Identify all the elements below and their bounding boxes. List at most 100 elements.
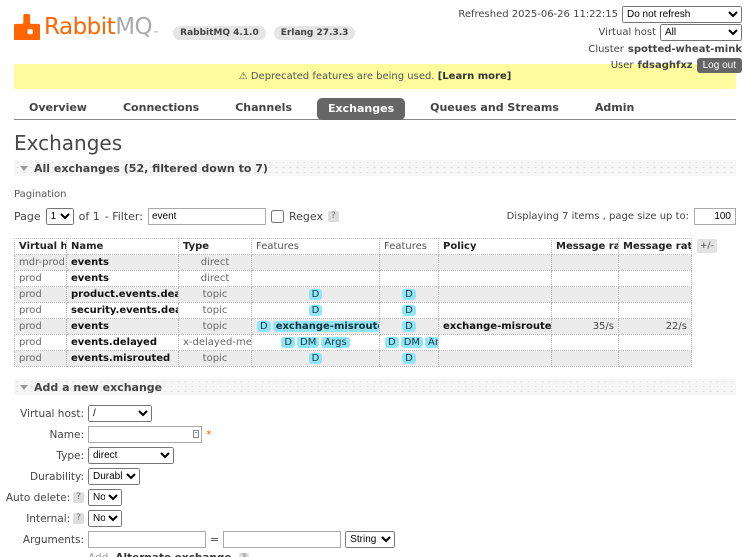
table-row[interactable]: prodeventstopicDexchange-misrouted-polic… xyxy=(15,319,692,335)
cell-rate-in xyxy=(552,287,619,303)
column-header-virtual-host[interactable]: Virtual host xyxy=(15,239,67,255)
column-header-features: Features xyxy=(252,239,380,255)
page-size-input[interactable] xyxy=(694,208,736,225)
form-vhost-select[interactable]: / xyxy=(88,405,152,422)
table-row[interactable]: prodevents.delayedx-delayed-messageDDMAr… xyxy=(15,335,692,351)
tab-connections[interactable]: Connections xyxy=(112,97,210,119)
page-select[interactable]: 1 xyxy=(46,208,74,225)
cell-rate-in xyxy=(552,335,619,351)
feature-badge: Args xyxy=(425,337,438,348)
cell-vhost: prod xyxy=(15,271,67,287)
table-row[interactable]: prodeventsdirect xyxy=(15,271,692,287)
exchange-type-select[interactable]: direct xyxy=(88,447,174,464)
cell-policy xyxy=(439,287,552,303)
column-chooser-button[interactable]: +/- xyxy=(697,239,717,253)
section-add-exchange[interactable]: Add a new exchange xyxy=(14,379,736,395)
regex-help-icon[interactable]: ? xyxy=(328,211,339,222)
cell-rate-in xyxy=(552,351,619,367)
vhost-select[interactable]: All xyxy=(660,24,742,41)
argument-type-select[interactable]: String xyxy=(345,531,395,548)
tab-exchanges[interactable]: Exchanges xyxy=(317,98,405,120)
page-label: Page xyxy=(14,210,41,223)
feature-badge: DM xyxy=(401,337,423,348)
exchange-name-link[interactable]: events xyxy=(67,271,179,287)
alternate-help-icon[interactable]: ? xyxy=(239,553,250,557)
banner-text: Deprecated features are being used. xyxy=(251,71,435,82)
filter-input[interactable] xyxy=(148,208,266,225)
column-header-type[interactable]: Type xyxy=(179,239,252,255)
tab-overview[interactable]: Overview xyxy=(18,97,98,119)
add-exchange-form: Virtual host: / Name: * Type: direct Dur… xyxy=(14,405,736,557)
exchange-name-link[interactable]: events.misrouted xyxy=(67,351,179,367)
cell-vhost: prod xyxy=(15,335,67,351)
feature-badge: D xyxy=(257,321,271,332)
cell-features: D xyxy=(252,303,380,319)
cell-type: direct xyxy=(179,255,252,271)
cluster-name: spotted-wheat-mink xyxy=(628,42,742,57)
form-autodelete-label: Auto delete: xyxy=(6,492,70,504)
exchange-name-link[interactable]: security.events.dead-letter xyxy=(67,303,179,319)
cell-vhost: prod xyxy=(15,351,67,367)
durability-select[interactable]: Durable xyxy=(88,468,140,485)
pagination-label: Pagination xyxy=(14,189,736,200)
tab-queues-and-streams[interactable]: Queues and Streams xyxy=(419,97,570,119)
column-header-name[interactable]: Name xyxy=(67,239,179,255)
cluster-label: Cluster xyxy=(588,42,624,57)
tab-admin[interactable]: Admin xyxy=(584,97,645,119)
feature-badge: D xyxy=(402,305,416,316)
exchange-name-link[interactable]: events.delayed xyxy=(67,335,179,351)
table-row[interactable]: mdr-prodeventsdirect xyxy=(15,255,692,271)
table-row[interactable]: prodsecurity.events.dead-lettertopicDD xyxy=(15,303,692,319)
cell-rate-out xyxy=(619,351,692,367)
table-body: mdr-prodeventsdirectprodeventsdirectprod… xyxy=(15,255,692,367)
rabbitmq-logo[interactable]: RabbitMQ™ xyxy=(14,14,159,40)
cell-features: D xyxy=(380,319,439,335)
displaying-label: Displaying 7 items , page size up to: xyxy=(507,211,689,222)
feature-badge: D xyxy=(402,353,416,364)
cell-policy xyxy=(439,351,552,367)
exchange-name-link[interactable]: product.events.dead-letter xyxy=(67,287,179,303)
internal-help-icon[interactable]: ? xyxy=(73,513,84,524)
feature-badge: D xyxy=(309,289,323,300)
page-title: Exchanges xyxy=(14,131,736,155)
paste-icon[interactable] xyxy=(193,430,199,438)
cell-features: D xyxy=(380,303,439,319)
cell-type: topic xyxy=(179,319,252,335)
cell-vhost: prod xyxy=(15,303,67,319)
cell-features: D xyxy=(380,287,439,303)
feature-badge: D xyxy=(309,305,323,316)
argument-key-input[interactable] xyxy=(88,531,206,548)
refresh-interval-select[interactable]: Do not refresh xyxy=(622,6,742,23)
cell-features: D xyxy=(252,287,380,303)
add-argument-link[interactable]: Add xyxy=(88,552,108,557)
column-header-policy[interactable]: Policy xyxy=(439,239,552,255)
exchange-name-link[interactable]: events xyxy=(67,319,179,335)
warning-icon: ⚠ xyxy=(239,71,248,82)
exchange-name-input[interactable] xyxy=(88,426,202,443)
column-header-message-rate-out[interactable]: Message rate out xyxy=(619,239,692,255)
tab-channels[interactable]: Channels xyxy=(224,97,303,119)
alternate-exchange-label[interactable]: Alternate exchange xyxy=(115,552,231,557)
form-type-label: Type: xyxy=(14,450,84,462)
internal-select[interactable]: No xyxy=(88,510,122,527)
form-name-label: Name: xyxy=(14,429,84,441)
exchange-name-link[interactable]: events xyxy=(67,255,179,271)
cell-vhost: prod xyxy=(15,319,67,335)
column-header-message-rate-in[interactable]: Message rate in xyxy=(552,239,619,255)
autodelete-help-icon[interactable]: ? xyxy=(73,492,84,503)
brand-mq: MQ xyxy=(115,14,152,40)
feature-badge: Args xyxy=(321,337,349,348)
section-all-exchanges[interactable]: All exchanges (52, filtered down to 7) xyxy=(14,160,736,176)
user-label: User xyxy=(611,58,634,73)
argument-value-input[interactable] xyxy=(223,531,341,548)
table-row[interactable]: prodevents.misroutedtopicDD xyxy=(15,351,692,367)
form-vhost-label: Virtual host: xyxy=(14,408,84,420)
refreshed-label: Refreshed 2025-06-26 11:22:15 xyxy=(458,7,618,22)
table-row[interactable]: prodproduct.events.dead-lettertopicDD xyxy=(15,287,692,303)
learn-more-link[interactable]: [Learn more] xyxy=(438,71,512,82)
cell-rate-out xyxy=(619,335,692,351)
equals-sign: = xyxy=(210,533,219,546)
logout-button[interactable]: Log out xyxy=(697,58,742,73)
regex-checkbox[interactable] xyxy=(271,210,284,223)
autodelete-select[interactable]: No xyxy=(88,489,122,506)
